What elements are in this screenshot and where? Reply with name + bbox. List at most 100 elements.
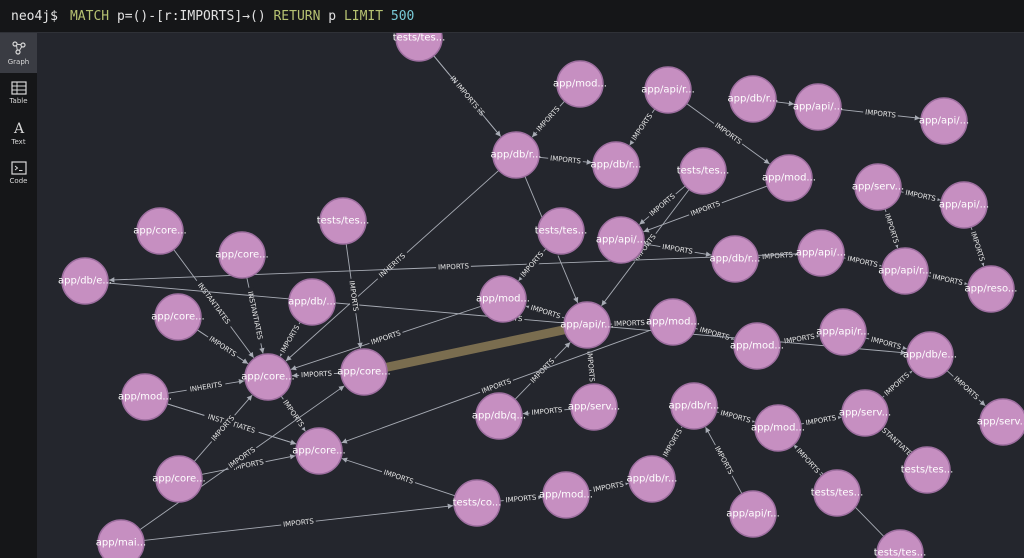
relationship[interactable]: IMPORTS — [525, 302, 566, 322]
relationship-type-label: IMPORTS — [281, 399, 305, 429]
graph-node[interactable]: app/mod... — [751, 404, 805, 452]
graph-node[interactable]: app/core... — [133, 207, 187, 255]
graph-node[interactable]: app/mai... — [96, 519, 146, 558]
graph-node[interactable]: app/db/r... — [710, 235, 761, 283]
view-tab-text[interactable]: A Text — [0, 113, 37, 153]
graph-node[interactable]: app/core... — [292, 427, 346, 475]
view-tab-table[interactable]: Table — [0, 73, 37, 113]
graph-canvas[interactable]: INSTANTIATES IMPORTS IMPORTS IMPORTS IMPORTS… — [37, 33, 1024, 558]
relationship[interactable]: IMPORTS — [628, 108, 656, 146]
relationship[interactable]: IMPORTS — [881, 208, 901, 249]
relationship[interactable]: IMPORTS — [196, 329, 249, 365]
relationship-line[interactable] — [775, 100, 795, 107]
graph-node[interactable]: app/db/r... — [627, 455, 678, 503]
graph-visualization[interactable]: INSTANTIATES IMPORTS IMPORTS IMPORTS IMPORTS… — [37, 33, 1024, 558]
relationship[interactable]: IMPORTS — [588, 479, 629, 495]
relationship[interactable]: IMPORTS — [433, 55, 502, 137]
query-editor[interactable]: neo4j$ MATCH p=()-[r:IMPORTS]→() RETURN … — [0, 0, 1024, 33]
graph-node[interactable]: app/core... — [215, 231, 269, 279]
graph-node[interactable]: app/db/... — [288, 278, 336, 326]
graph-node[interactable]: tests/tes... — [535, 207, 588, 255]
graph-node[interactable]: app/api/... — [796, 229, 846, 277]
relationship[interactable]: IMPORTS — [694, 324, 735, 343]
relationship[interactable]: IMPORTS — [840, 107, 921, 121]
graph-node[interactable]: app/serv... — [568, 383, 620, 431]
relationship[interactable]: INHERITS — [167, 379, 245, 395]
graph-node[interactable]: app/api/r... — [726, 490, 780, 538]
graph-node[interactable]: app/api/... — [939, 181, 989, 229]
node-label: app/db/r... — [710, 254, 761, 265]
graph-node[interactable]: app/db/e... — [58, 257, 112, 305]
graph-node[interactable]: tests/tes... — [393, 33, 446, 62]
graph-node[interactable]: app/core... — [337, 348, 391, 396]
relationship[interactable]: IMPORTS — [341, 457, 456, 497]
relationship[interactable]: IMPORTS — [946, 370, 986, 407]
relationship[interactable]: IMPORTS — [277, 321, 303, 357]
relationship[interactable]: IMPORTS — [900, 187, 941, 204]
graph-node[interactable]: app/mod... — [762, 154, 816, 202]
relationship-type-label: IMPORTS — [370, 329, 402, 347]
graph-node[interactable]: app/api/r... — [560, 301, 614, 349]
graph-node[interactable]: app/api/r... — [816, 308, 870, 356]
graph-node[interactable]: app/core... — [152, 455, 206, 503]
graph-node[interactable]: app/mod... — [553, 60, 607, 108]
graph-node[interactable]: app/db/r... — [728, 75, 779, 123]
graph-node[interactable]: app/db/r... — [669, 382, 720, 430]
graph-node[interactable]: app/api/... — [919, 97, 969, 145]
graph-node[interactable]: tests/tes... — [811, 469, 864, 517]
graph-node[interactable]: app/db/e... — [903, 331, 957, 379]
relationship-type-label: IMPORTS — [932, 273, 964, 287]
graph-node[interactable]: app/db/q... — [472, 392, 526, 440]
node-label: app/mod... — [539, 490, 593, 501]
graph-node[interactable]: app/core... — [241, 353, 295, 401]
relationship[interactable]: INSTANTIATES — [244, 277, 266, 354]
view-tab-code-label: Code — [9, 177, 28, 185]
relationship[interactable]: IMPORTS — [643, 242, 712, 257]
graph-node[interactable]: app/api/... — [793, 83, 843, 131]
relationship[interactable] — [775, 100, 795, 107]
relationship[interactable]: IMPORTS — [757, 250, 798, 262]
graph-node[interactable]: tests/tes... — [317, 197, 370, 245]
relationship-type-label: IMPORTS — [630, 112, 655, 142]
relationship[interactable]: IMPORTS — [108, 253, 799, 283]
graph-node[interactable]: app/mod... — [730, 322, 784, 370]
relationship[interactable]: IMPORTS — [881, 369, 914, 400]
relationship[interactable]: IMPORTS — [800, 413, 842, 428]
relationship[interactable]: IMPORTS — [279, 395, 307, 432]
view-tab-graph[interactable]: Graph — [0, 33, 37, 73]
node-label: app/mod... — [751, 423, 805, 434]
graph-node[interactable]: app/db/r... — [591, 141, 642, 189]
graph-node[interactable]: app/mod... — [539, 471, 593, 519]
graph-node[interactable]: app/reso... — [965, 265, 1018, 313]
graph-node[interactable]: app/mod... — [646, 298, 700, 346]
graph-node[interactable]: app/core... — [151, 293, 205, 341]
graph-node[interactable]: tests/tes... — [677, 147, 730, 195]
relationship[interactable]: IMPORTS — [927, 271, 968, 288]
graph-node[interactable]: app/api/r... — [878, 247, 932, 295]
relationship[interactable]: IMPORTS — [531, 100, 565, 138]
relationship[interactable]: IMPORTS — [538, 153, 593, 167]
view-tab-code[interactable]: Code — [0, 153, 37, 193]
relationship[interactable]: IMPORTS — [716, 408, 755, 426]
graph-node[interactable]: app/serv... — [977, 398, 1024, 446]
node-label: tests/tes... — [874, 548, 927, 558]
relationship[interactable]: IMPORTS — [514, 341, 571, 400]
relationship[interactable]: IMPORTS — [660, 425, 686, 461]
relationship[interactable]: IMPORTS — [792, 444, 823, 477]
relationship[interactable]: IMPORTS — [143, 503, 454, 541]
graph-node[interactable]: app/api/r... — [641, 66, 695, 114]
view-tab-table-label: Table — [9, 97, 28, 105]
graph-node[interactable]: tests/co... — [453, 479, 502, 527]
relationship[interactable]: IMPORTS — [522, 405, 572, 418]
relationship[interactable]: IMPORTS — [584, 348, 597, 385]
relationship[interactable]: IMPORTS — [779, 331, 820, 347]
node-label: app/core... — [292, 446, 345, 457]
relationship[interactable]: IMPORTS — [499, 493, 543, 506]
graph-node[interactable]: app/mod... — [118, 373, 172, 421]
relationship[interactable]: IMPORTS — [843, 253, 882, 270]
relationship[interactable]: IMPORTS — [705, 426, 743, 495]
relationship[interactable]: IMPORTS — [291, 369, 342, 380]
relationship[interactable]: IMPORTS — [967, 226, 987, 267]
graph-node[interactable]: app/serv... — [852, 163, 904, 211]
node-label: app/mod... — [553, 79, 607, 90]
